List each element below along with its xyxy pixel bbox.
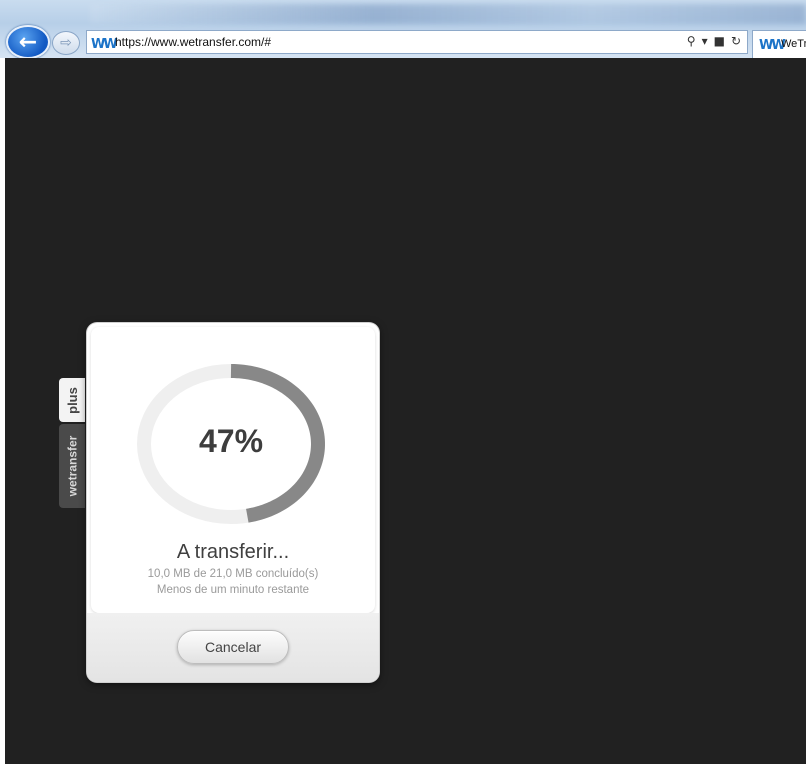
plus-tab[interactable]: plus	[59, 378, 85, 422]
url-text[interactable]: https://www.wetransfer.com/#	[115, 35, 271, 49]
wetransfer-tab[interactable]: wetransfer	[59, 424, 85, 508]
cancel-button[interactable]: Cancelar	[177, 630, 289, 664]
plus-tab-label: plus	[64, 386, 80, 414]
search-icon[interactable]: ⚲	[687, 34, 696, 48]
wetransfer-tab-label: wetransfer	[65, 435, 80, 497]
side-tab: plus wetransfer	[59, 378, 85, 508]
address-bar-icons: ⚲ ▾ ■ ↻	[687, 34, 741, 48]
browser-toolbar: ← ⇨ WW https://www.wetransfer.com/# ⚲ ▾ …	[0, 0, 806, 58]
arrow-right-icon: ⇨	[60, 35, 72, 51]
site-favicon-icon: WW	[91, 37, 118, 52]
lock-icon[interactable]: ■	[714, 34, 725, 48]
dropdown-icon[interactable]: ▾	[702, 34, 708, 48]
arrow-left-icon: ←	[18, 29, 38, 55]
refresh-icon[interactable]: ↻	[731, 34, 741, 48]
transfer-panel: 47% A transferir... 10,0 MB de 21,0 MB c…	[87, 323, 379, 682]
tab-favicon-icon: WW	[759, 38, 786, 53]
address-bar[interactable]: WW https://www.wetransfer.com/# ⚲ ▾ ■ ↻	[86, 30, 748, 54]
back-button[interactable]: ←	[6, 25, 50, 58]
browser-tab[interactable]: WW WeTransfer	[752, 30, 806, 58]
forward-button[interactable]: ⇨	[52, 31, 80, 55]
transfer-time-remaining: Menos de um minuto restante	[156, 584, 310, 596]
progress-ring: 47%	[134, 363, 328, 525]
title-bar	[90, 4, 806, 24]
tab-title: WeTransfer	[781, 38, 806, 50]
transfer-size-detail: 10,0 MB de 21,0 MB concluído(s)	[147, 568, 319, 580]
progress-percent: 47%	[198, 423, 264, 459]
transfer-status-title: A transferir...	[176, 541, 290, 563]
